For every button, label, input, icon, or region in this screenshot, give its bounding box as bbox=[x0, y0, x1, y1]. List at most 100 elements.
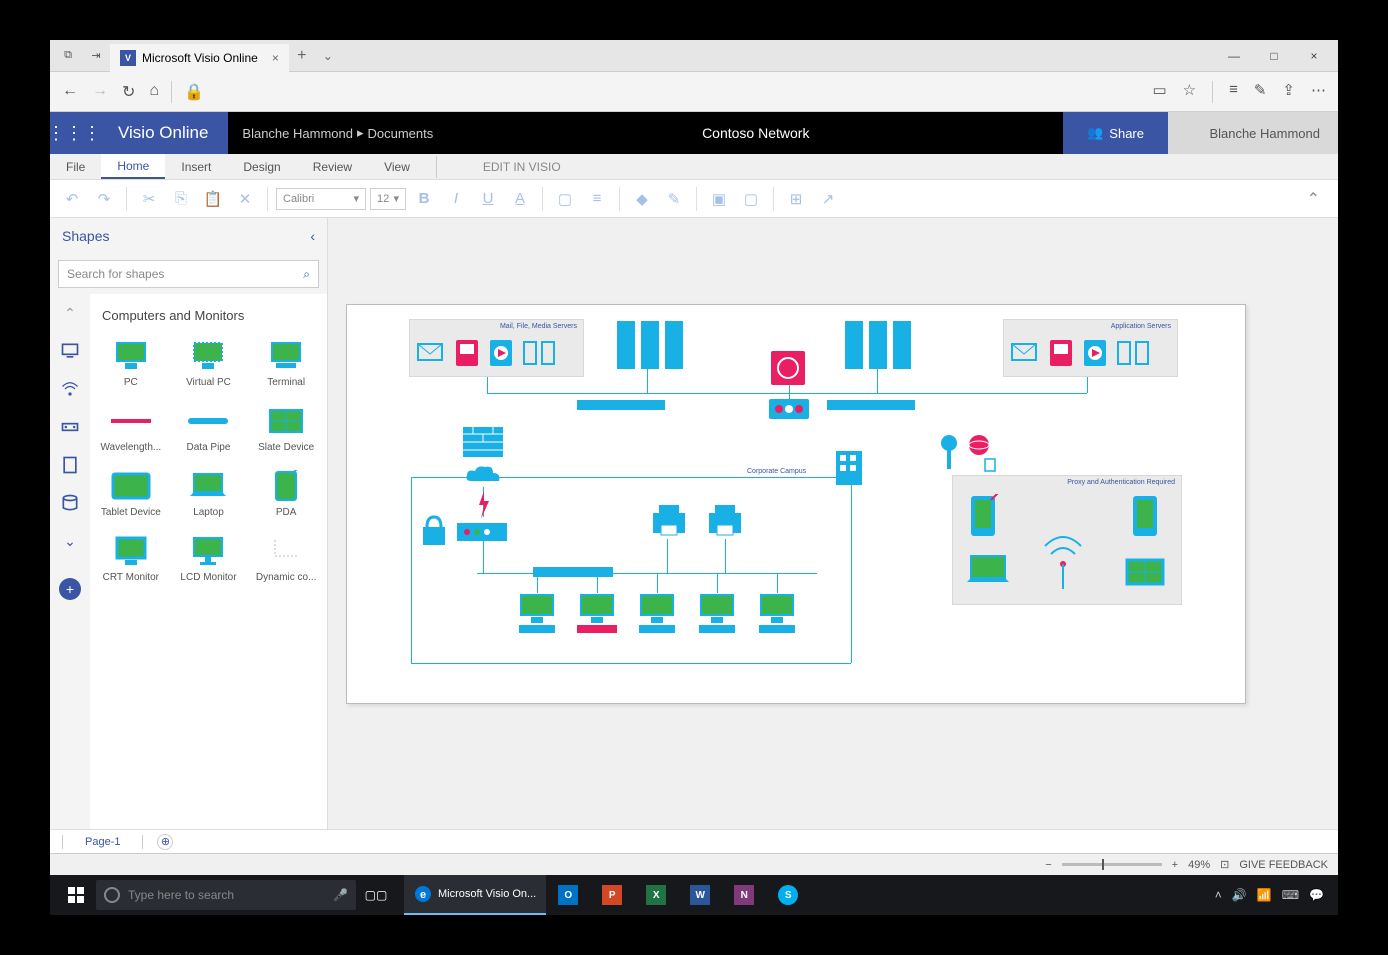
cat-database-icon[interactable] bbox=[57, 490, 83, 516]
tray-notifications-icon[interactable]: 💬 bbox=[1309, 888, 1324, 902]
group-proxy-auth[interactable]: Proxy and Authentication Required bbox=[952, 475, 1182, 605]
paste-button[interactable]: 📋 bbox=[199, 185, 227, 213]
close-window-button[interactable]: × bbox=[1294, 49, 1334, 63]
shapes-search-input[interactable]: Search for shapes ⌕ bbox=[58, 260, 319, 288]
shape-fill-button[interactable]: ◆ bbox=[628, 185, 656, 213]
cat-rack-icon[interactable] bbox=[57, 414, 83, 440]
shape-wavelength[interactable]: Wavelength... bbox=[94, 398, 168, 459]
collapse-shapes-icon[interactable]: ‹ bbox=[310, 228, 315, 244]
chevron-up-icon[interactable]: ⌃ bbox=[57, 300, 83, 326]
load-balancer-icon[interactable] bbox=[771, 351, 805, 385]
align-button[interactable]: ≡ bbox=[583, 185, 611, 213]
tab-file[interactable]: File bbox=[50, 154, 101, 179]
text-box-button[interactable]: ▢ bbox=[551, 185, 579, 213]
taskbar-excel[interactable]: X bbox=[634, 875, 678, 915]
edit-in-visio-button[interactable]: EDIT IN VISIO bbox=[467, 154, 577, 179]
share-browser-icon[interactable]: ⇪ bbox=[1282, 81, 1295, 103]
redo-button[interactable]: ↷ bbox=[90, 185, 118, 213]
taskbar-edge[interactable]: e Microsoft Visio On... bbox=[404, 875, 546, 915]
shape-pda[interactable]: PDA bbox=[249, 463, 323, 524]
maximize-button[interactable]: □ bbox=[1254, 49, 1294, 63]
font-color-button[interactable]: A̲ bbox=[506, 185, 534, 213]
canvas-area[interactable]: Mail, File, Media Servers Application Se… bbox=[328, 218, 1338, 829]
start-button[interactable] bbox=[56, 875, 96, 915]
tray-chevron-icon[interactable]: ˄ bbox=[1215, 888, 1222, 902]
add-stencil-button[interactable]: + bbox=[59, 578, 81, 600]
italic-button[interactable]: I bbox=[442, 185, 470, 213]
tray-wifi-icon[interactable]: 📶 bbox=[1257, 888, 1272, 902]
workstation-1[interactable] bbox=[515, 593, 559, 637]
give-feedback-link[interactable]: GIVE FEEDBACK bbox=[1239, 859, 1328, 871]
zoom-slider[interactable] bbox=[1062, 863, 1162, 866]
add-page-button[interactable]: ⊕ bbox=[157, 834, 173, 850]
bold-button[interactable]: B bbox=[410, 185, 438, 213]
tray-volume-icon[interactable]: 🔊 bbox=[1232, 888, 1247, 902]
tab-design[interactable]: Design bbox=[227, 154, 296, 179]
chevron-down-icon[interactable]: ⌄ bbox=[57, 528, 83, 554]
switch-3[interactable] bbox=[533, 567, 613, 577]
home-icon[interactable]: ⌂ bbox=[149, 82, 159, 102]
router-icon[interactable] bbox=[769, 399, 809, 421]
workstation-3[interactable] bbox=[635, 593, 679, 637]
group-app-servers[interactable]: Application Servers bbox=[1003, 319, 1178, 377]
shape-slate-device[interactable]: Slate Device bbox=[249, 398, 323, 459]
underline-button[interactable]: U bbox=[474, 185, 502, 213]
zoom-percent[interactable]: 49% bbox=[1188, 859, 1210, 871]
cat-network-icon[interactable] bbox=[57, 376, 83, 402]
taskbar-search[interactable]: Type here to search 🎤 bbox=[96, 880, 356, 910]
refresh-icon[interactable]: ↻ bbox=[122, 82, 135, 102]
new-tab-button[interactable]: + bbox=[289, 47, 315, 65]
collapse-ribbon-icon[interactable]: ⌃ bbox=[1307, 189, 1330, 209]
shape-tablet[interactable]: Tablet Device bbox=[94, 463, 168, 524]
cut-button[interactable]: ✂ bbox=[135, 185, 163, 213]
copy-button[interactable]: ⎘ bbox=[167, 185, 195, 213]
tab-review[interactable]: Review bbox=[297, 154, 368, 179]
printer-1-icon[interactable] bbox=[649, 503, 689, 539]
font-size-selector[interactable]: 12▾ bbox=[370, 188, 406, 210]
share-button[interactable]: 👥 Share bbox=[1063, 112, 1168, 154]
taskbar-outlook[interactable]: O bbox=[546, 875, 590, 915]
app-launcher-icon[interactable]: ⋮⋮⋮ bbox=[50, 112, 98, 154]
cloud-icon[interactable] bbox=[465, 465, 501, 487]
shape-crt-monitor[interactable]: CRT Monitor bbox=[94, 528, 168, 589]
group-mail-servers[interactable]: Mail, File, Media Servers bbox=[409, 319, 584, 377]
send-back-button[interactable]: ▢ bbox=[737, 185, 765, 213]
tray-keyboard-icon[interactable]: ⌨ bbox=[1282, 888, 1299, 902]
zoom-out-button[interactable]: − bbox=[1045, 859, 1051, 871]
shape-lcd-monitor[interactable]: LCD Monitor bbox=[172, 528, 246, 589]
more-icon[interactable]: ⋯ bbox=[1311, 81, 1326, 103]
shape-terminal[interactable]: Terminal bbox=[249, 333, 323, 394]
browser-tab[interactable]: V Microsoft Visio Online × bbox=[110, 44, 289, 72]
modem-icon[interactable] bbox=[457, 523, 507, 541]
workstation-5[interactable] bbox=[755, 593, 799, 637]
building-icon[interactable] bbox=[832, 445, 866, 485]
key-globe-icon[interactable] bbox=[937, 433, 997, 473]
taskbar-word[interactable]: W bbox=[678, 875, 722, 915]
back-icon[interactable]: ← bbox=[62, 82, 78, 102]
switch-2[interactable] bbox=[827, 400, 915, 410]
diagram-canvas[interactable]: Mail, File, Media Servers Application Se… bbox=[346, 304, 1246, 704]
workstation-4[interactable] bbox=[695, 593, 739, 637]
server-rack-2[interactable] bbox=[845, 321, 935, 377]
lock-icon[interactable] bbox=[421, 515, 447, 545]
workstation-2[interactable] bbox=[575, 593, 619, 637]
shape-outline-button[interactable]: ✎ bbox=[660, 185, 688, 213]
server-rack-1[interactable] bbox=[617, 321, 707, 377]
mic-icon[interactable]: 🎤 bbox=[333, 888, 348, 902]
notes-icon[interactable]: ✎ bbox=[1254, 81, 1267, 103]
app-name[interactable]: Visio Online bbox=[98, 112, 228, 154]
reading-view-icon[interactable]: ▭ bbox=[1152, 81, 1166, 103]
taskbar-powerpoint[interactable]: P bbox=[590, 875, 634, 915]
firewall-icon[interactable] bbox=[463, 427, 503, 457]
minimize-button[interactable]: — bbox=[1214, 49, 1254, 63]
hub-icon[interactable]: ≡ bbox=[1229, 81, 1238, 103]
font-selector[interactable]: Calibri▾ bbox=[276, 188, 366, 210]
bring-front-button[interactable]: ▣ bbox=[705, 185, 733, 213]
shape-dynamic-connector[interactable]: Dynamic co... bbox=[249, 528, 323, 589]
shape-laptop[interactable]: Laptop bbox=[172, 463, 246, 524]
taskbar-onenote[interactable]: N bbox=[722, 875, 766, 915]
close-tab-icon[interactable]: × bbox=[272, 51, 279, 65]
switch-1[interactable] bbox=[577, 400, 665, 410]
fit-page-icon[interactable]: ⊡ bbox=[1220, 858, 1229, 871]
shape-data-pipe[interactable]: Data Pipe bbox=[172, 398, 246, 459]
